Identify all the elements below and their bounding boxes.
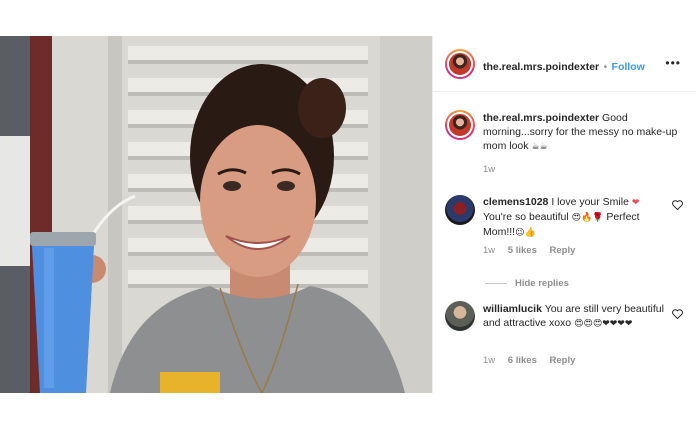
commenter-avatar[interactable] bbox=[445, 301, 475, 331]
reply-button[interactable]: Reply bbox=[550, 245, 576, 256]
post-header: the.real.mrs.poindexter • Follow ••• bbox=[433, 36, 696, 92]
comment-likes[interactable]: 5 likes bbox=[508, 245, 537, 256]
comment-text: williamlucik You are still very beautifu… bbox=[483, 302, 667, 331]
commenter-avatar[interactable] bbox=[445, 195, 475, 225]
comment-text: clemens1028 I love your Smile ❤ You're s… bbox=[483, 195, 667, 240]
caption-time: 1w bbox=[483, 164, 496, 175]
caption-username[interactable]: the.real.mrs.poindexter bbox=[483, 112, 599, 124]
hide-replies-button[interactable]: Hide replies bbox=[485, 278, 569, 289]
comment-item: williamlucik You are still very beautifu… bbox=[445, 301, 683, 371]
separator-dot: • bbox=[603, 62, 608, 73]
comment-body-2: You're so beautiful bbox=[483, 211, 569, 223]
comment-item: clemens1028 I love your Smile ❤ You're s… bbox=[445, 195, 683, 265]
coffee-emoji: ☕☕ bbox=[531, 142, 548, 152]
emoji-group: 😍🔥🌹 bbox=[571, 213, 604, 223]
comment-meta: 1w 5 likes Reply bbox=[483, 245, 585, 256]
comment-time: 1w bbox=[483, 355, 496, 366]
selfie-image bbox=[0, 36, 432, 393]
post-photo[interactable] bbox=[0, 36, 432, 393]
caption-meta: 1w bbox=[483, 164, 505, 175]
caption-text: the.real.mrs.poindexter Good morning...s… bbox=[483, 111, 683, 154]
caption: the.real.mrs.poindexter Good morning...s… bbox=[445, 110, 683, 180]
comment-likes[interactable]: 6 likes bbox=[508, 355, 537, 366]
heart-outline-icon[interactable] bbox=[672, 200, 683, 210]
author-avatar[interactable] bbox=[445, 49, 475, 79]
caption-author-avatar[interactable] bbox=[445, 110, 475, 140]
heart-outline-icon[interactable] bbox=[672, 309, 683, 319]
comment-body: I love your Smile bbox=[551, 196, 629, 208]
comments-panel: the.real.mrs.poindexter • Follow ••• the… bbox=[432, 36, 696, 393]
comment-time: 1w bbox=[483, 245, 496, 256]
comment-username[interactable]: clemens1028 bbox=[483, 196, 548, 208]
more-options-icon[interactable]: ••• bbox=[665, 57, 681, 69]
author-username[interactable]: the.real.mrs.poindexter bbox=[483, 61, 599, 73]
reply-button[interactable]: Reply bbox=[550, 355, 576, 366]
red-heart-emoji: ❤ bbox=[631, 198, 640, 208]
emoji-group: 😉👍 bbox=[515, 228, 536, 238]
comment-username[interactable]: williamlucik bbox=[483, 303, 542, 315]
follow-button[interactable]: Follow bbox=[612, 61, 645, 73]
comment-meta: 1w 6 likes Reply bbox=[483, 355, 585, 366]
emoji-group: 😍😍😍❤❤❤❤ bbox=[574, 319, 633, 329]
